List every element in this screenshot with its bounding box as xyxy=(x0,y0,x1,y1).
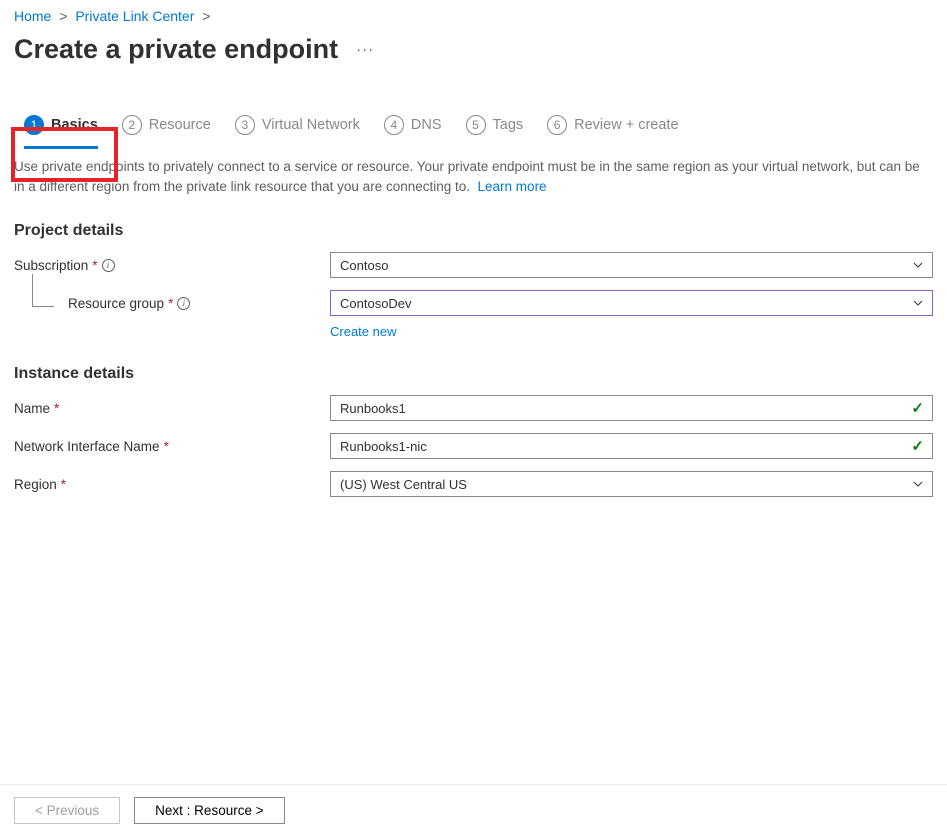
step-num-icon: 6 xyxy=(547,115,567,135)
select-value: ContosoDev xyxy=(340,296,412,311)
breadcrumb-sep: > xyxy=(59,8,67,24)
info-icon[interactable]: i xyxy=(102,259,115,272)
breadcrumb-home[interactable]: Home xyxy=(14,8,51,24)
chevron-down-icon xyxy=(912,297,924,309)
input-value: Runbooks1-nic xyxy=(340,439,427,454)
step-num-icon: 2 xyxy=(122,115,142,135)
select-value: Contoso xyxy=(340,258,388,273)
required-asterisk: * xyxy=(54,401,59,416)
chevron-down-icon xyxy=(912,259,924,271)
tab-resource[interactable]: 2 Resource xyxy=(110,107,223,143)
label-text: Name xyxy=(14,401,50,416)
page-title: Create a private endpoint xyxy=(14,34,338,65)
resource-group-select[interactable]: ContosoDev xyxy=(330,290,933,316)
field-region: Region * (US) West Central US xyxy=(0,465,947,503)
tab-tags[interactable]: 5 Tags xyxy=(454,107,536,143)
label-text: Subscription xyxy=(14,258,88,273)
input-value: Runbooks1 xyxy=(340,401,406,416)
breadcrumb-sep: > xyxy=(202,8,210,24)
more-dots-icon[interactable]: ··· xyxy=(356,41,374,58)
step-num-icon: 5 xyxy=(466,115,486,135)
wizard-footer: < Previous Next : Resource > xyxy=(0,784,947,838)
wizard-tabs: 1 Basics 2 Resource 3 Virtual Network 4 … xyxy=(0,107,947,143)
tab-label: Basics xyxy=(51,117,98,133)
section-title-instance: Instance details xyxy=(0,339,947,389)
tab-label: Virtual Network xyxy=(262,117,360,133)
rg-label: Resource group * i xyxy=(14,296,330,311)
tab-label: Review + create xyxy=(574,117,678,133)
field-name: Name * Runbooks1 ✓ xyxy=(0,389,947,427)
field-resource-group: Resource group * i ContosoDev xyxy=(0,284,947,322)
label-text: Region xyxy=(14,477,57,492)
intro-body: Use private endpoints to privately conne… xyxy=(14,159,920,194)
required-asterisk: * xyxy=(168,296,173,311)
info-icon[interactable]: i xyxy=(177,297,190,310)
tab-review-create[interactable]: 6 Review + create xyxy=(535,107,690,143)
create-new-link[interactable]: Create new xyxy=(330,324,396,339)
subscription-label: Subscription * i xyxy=(14,258,330,273)
tab-dns[interactable]: 4 DNS xyxy=(372,107,454,143)
previous-button: < Previous xyxy=(14,797,120,824)
nic-label: Network Interface Name * xyxy=(14,439,330,454)
breadcrumb: Home > Private Link Center > xyxy=(0,0,947,28)
required-asterisk: * xyxy=(164,439,169,454)
section-title-project: Project details xyxy=(0,196,947,246)
field-nic-name: Network Interface Name * Runbooks1-nic ✓ xyxy=(0,427,947,465)
learn-more-link[interactable]: Learn more xyxy=(478,179,547,194)
nic-input[interactable]: Runbooks1-nic ✓ xyxy=(330,433,933,459)
tab-label: Resource xyxy=(149,117,211,133)
intro-text: Use private endpoints to privately conne… xyxy=(0,143,947,196)
name-label: Name * xyxy=(14,401,330,416)
select-value: (US) West Central US xyxy=(340,477,467,492)
field-subscription: Subscription * i Contoso xyxy=(0,246,947,284)
breadcrumb-private-link-center[interactable]: Private Link Center xyxy=(75,8,194,24)
tab-label: Tags xyxy=(493,117,524,133)
label-text: Resource group xyxy=(68,296,164,311)
page-title-row: Create a private endpoint ··· xyxy=(0,28,947,85)
create-new-row: Create new xyxy=(0,324,947,339)
tab-basics[interactable]: 1 Basics xyxy=(12,107,110,143)
valid-check-icon: ✓ xyxy=(911,437,924,455)
name-input[interactable]: Runbooks1 ✓ xyxy=(330,395,933,421)
required-asterisk: * xyxy=(92,258,97,273)
tab-virtual-network[interactable]: 3 Virtual Network xyxy=(223,107,372,143)
step-num-icon: 3 xyxy=(235,115,255,135)
valid-check-icon: ✓ xyxy=(911,399,924,417)
required-asterisk: * xyxy=(61,477,66,492)
region-select[interactable]: (US) West Central US xyxy=(330,471,933,497)
step-num-icon: 1 xyxy=(24,115,44,135)
chevron-down-icon xyxy=(912,478,924,490)
label-text: Network Interface Name xyxy=(14,439,160,454)
step-num-icon: 4 xyxy=(384,115,404,135)
region-label: Region * xyxy=(14,477,330,492)
tab-label: DNS xyxy=(411,117,442,133)
next-button[interactable]: Next : Resource > xyxy=(134,797,284,824)
subscription-select[interactable]: Contoso xyxy=(330,252,933,278)
